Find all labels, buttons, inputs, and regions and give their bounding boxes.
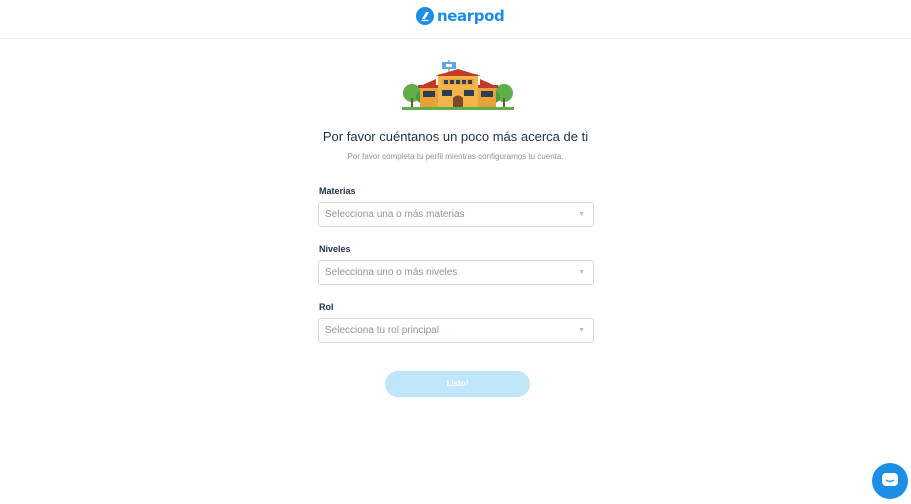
chat-launcher-button[interactable] <box>872 463 908 499</box>
school-building-icon <box>402 60 514 110</box>
subjects-placeholder: Selecciona una o más materias <box>325 209 465 220</box>
submit-button[interactable]: Listo! <box>385 371 530 397</box>
role-placeholder: Selecciona tu rol principal <box>325 325 439 336</box>
logo-text: nearpod <box>437 7 505 25</box>
levels-placeholder: Selecciona uno o más niveles <box>325 267 458 278</box>
page-title: Por favor cuéntanos un poco más acerca d… <box>322 129 589 144</box>
subjects-select[interactable]: Selecciona una o más materias ▼ <box>318 202 594 227</box>
nearpod-logo-icon <box>416 7 434 25</box>
chevron-down-icon: ▼ <box>578 269 585 276</box>
page-subtitle: Por favor completa tu perfil mientras co… <box>347 152 564 161</box>
top-header: nearpod <box>0 0 911 39</box>
chat-bubble-icon <box>882 473 898 486</box>
chevron-down-icon: ▼ <box>578 327 585 334</box>
nearpod-logo[interactable]: nearpod <box>416 7 505 25</box>
levels-label: Niveles <box>319 244 351 254</box>
chevron-down-icon: ▼ <box>578 211 585 218</box>
levels-select[interactable]: Selecciona uno o más niveles ▼ <box>318 260 594 285</box>
role-label: Rol <box>319 302 334 312</box>
role-select[interactable]: Selecciona tu rol principal ▼ <box>318 318 594 343</box>
subjects-label: Materias <box>319 186 356 196</box>
onboarding-page: nearpod Por favor cuéntanos un poco más … <box>0 0 911 504</box>
